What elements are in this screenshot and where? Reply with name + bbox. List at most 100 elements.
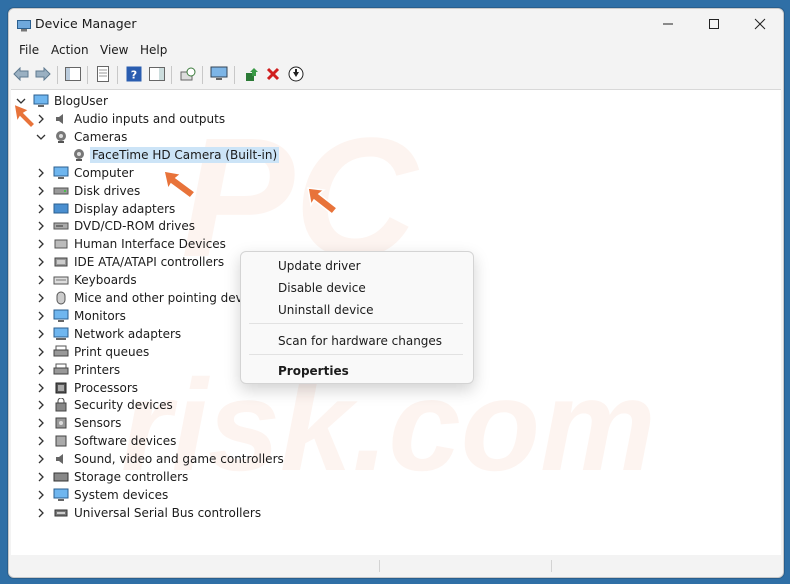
tree-category-item[interactable]: Universal Serial Bus controllers	[35, 504, 261, 522]
chevron-right-icon[interactable]	[35, 271, 47, 289]
tree-category-item[interactable]: Disk drives	[35, 182, 140, 200]
tree-item-label: Storage controllers	[74, 470, 189, 484]
tree-item-label: DVD/CD-ROM drives	[74, 219, 196, 234]
help-icon[interactable]: ?	[125, 65, 143, 83]
tree-item-label: System devices	[74, 487, 169, 502]
camera-icon	[71, 148, 87, 162]
chevron-right-icon[interactable]	[35, 217, 47, 235]
security-icon	[53, 398, 69, 412]
tree-category-item[interactable]: Print queues	[35, 343, 149, 361]
context-properties[interactable]: Properties	[278, 364, 349, 378]
action-pane-icon[interactable]	[148, 65, 166, 83]
tree-item-label: Universal Serial Bus controllers	[74, 505, 262, 520]
tree-category-item[interactable]: Printers	[35, 361, 120, 379]
chevron-right-icon[interactable]	[35, 289, 47, 307]
sensor-icon	[53, 416, 69, 430]
tree-category-item[interactable]: Security devices	[35, 396, 173, 414]
tree-category-item[interactable]: Computer	[35, 164, 134, 182]
chevron-right-icon[interactable]	[35, 253, 47, 271]
properties-icon[interactable]	[94, 65, 112, 83]
tree-category-item[interactable]: Storage controllers	[35, 468, 188, 486]
computer-monitor-icon[interactable]	[210, 65, 228, 83]
back-icon[interactable]	[12, 65, 30, 83]
speaker-icon	[53, 452, 69, 466]
tree-category-item[interactable]: Sensors	[35, 414, 121, 432]
menu-view[interactable]: View	[100, 43, 128, 57]
show-hide-console-tree-icon[interactable]	[64, 65, 82, 83]
tree-item-label: Software devices	[74, 434, 177, 449]
tree-category-item[interactable]: System devices	[35, 486, 168, 504]
uninstall-device-icon[interactable]	[264, 65, 282, 83]
menu-action[interactable]: Action	[51, 43, 89, 57]
menu-file[interactable]: File	[19, 43, 39, 57]
tree-item-label: BlogUser	[54, 94, 108, 108]
dvd-icon	[53, 219, 69, 233]
tree-category-item[interactable]: Human Interface Devices	[35, 235, 226, 253]
controller-icon	[53, 255, 69, 269]
tree-item-label: Human Interface Devices	[74, 237, 226, 252]
context-scan-hardware[interactable]: Scan for hardware changes	[278, 334, 442, 348]
context-update-driver[interactable]: Update driver	[278, 259, 361, 273]
forward-icon[interactable]	[34, 65, 52, 83]
context-uninstall-device[interactable]: Uninstall device	[278, 303, 374, 317]
mouse-icon	[53, 291, 69, 305]
chevron-right-icon[interactable]	[35, 396, 47, 414]
download-arrow-icon[interactable]	[287, 65, 305, 83]
tree-category-item[interactable]: Audio inputs and outputs	[35, 110, 225, 128]
tree-category-item[interactable]: DVD/CD-ROM drives	[35, 217, 195, 235]
tree-item-label: Network adapters	[74, 326, 182, 341]
update-driver-icon[interactable]	[243, 65, 261, 83]
tree-category-item[interactable]: Processors	[35, 379, 138, 397]
annotation-arrow-expand	[13, 102, 37, 130]
chevron-right-icon[interactable]	[35, 432, 47, 450]
tree-item-label: Cameras	[74, 129, 128, 144]
tree-item-label: Disk drives	[74, 183, 141, 198]
toolbar: ?	[9, 62, 783, 88]
chevron-right-icon[interactable]	[35, 414, 47, 432]
chevron-right-icon[interactable]	[35, 307, 47, 325]
chevron-right-icon[interactable]	[35, 450, 47, 468]
camera-icon	[53, 130, 69, 144]
title-bar: Device Manager	[9, 9, 783, 39]
disk-icon	[53, 184, 69, 198]
chevron-right-icon[interactable]	[35, 235, 47, 253]
chevron-right-icon[interactable]	[35, 164, 47, 182]
chevron-right-icon[interactable]	[35, 361, 47, 379]
tree-item-label: Sensors	[74, 416, 122, 431]
device-manager-window: Device Manager File Action View Help ? P…	[8, 8, 784, 578]
chevron-right-icon[interactable]	[35, 504, 47, 522]
chevron-right-icon[interactable]	[35, 325, 47, 343]
menu-help[interactable]: Help	[140, 43, 167, 57]
close-button[interactable]	[737, 9, 783, 39]
chevron-right-icon[interactable]	[35, 200, 47, 218]
tree-category-item[interactable]: IDE ATA/ATAPI controllers	[35, 253, 224, 271]
tree-category-item[interactable]: Mice and other pointing devices	[35, 289, 266, 307]
chevron-right-icon[interactable]	[35, 468, 47, 486]
tree-category-item[interactable]: Sound, video and game controllers	[35, 450, 284, 468]
tree-category-item[interactable]: Display adapters	[35, 200, 175, 218]
window-title: Device Manager	[35, 16, 137, 31]
chevron-right-icon[interactable]	[35, 486, 47, 504]
tree-category-item[interactable]: Monitors	[35, 307, 126, 325]
software-icon	[53, 434, 69, 448]
maximize-button[interactable]	[691, 9, 737, 39]
tree-device-item[interactable]: FaceTime HD Camera (Built-in)	[53, 146, 280, 164]
status-bar	[9, 555, 783, 577]
display-adapter-icon	[53, 202, 69, 216]
tree-category-item[interactable]: Keyboards	[35, 271, 137, 289]
scan-hardware-icon[interactable]	[179, 65, 197, 83]
minimize-button[interactable]	[645, 9, 691, 39]
hid-icon	[53, 237, 69, 251]
processor-icon	[53, 381, 69, 395]
printer-icon	[53, 363, 69, 377]
tree-category-item[interactable]: Network adapters	[35, 325, 181, 343]
chevron-right-icon[interactable]	[35, 182, 47, 200]
chevron-right-icon[interactable]	[35, 379, 47, 397]
usb-icon	[53, 506, 69, 520]
chevron-right-icon[interactable]	[35, 343, 47, 361]
monitor-icon	[53, 309, 69, 323]
context-disable-device[interactable]: Disable device	[278, 281, 366, 295]
tree-category-item[interactable]: Software devices	[35, 432, 176, 450]
tree-item-label: Audio inputs and outputs	[74, 112, 226, 126]
menu-bar: File Action View Help	[9, 39, 783, 61]
